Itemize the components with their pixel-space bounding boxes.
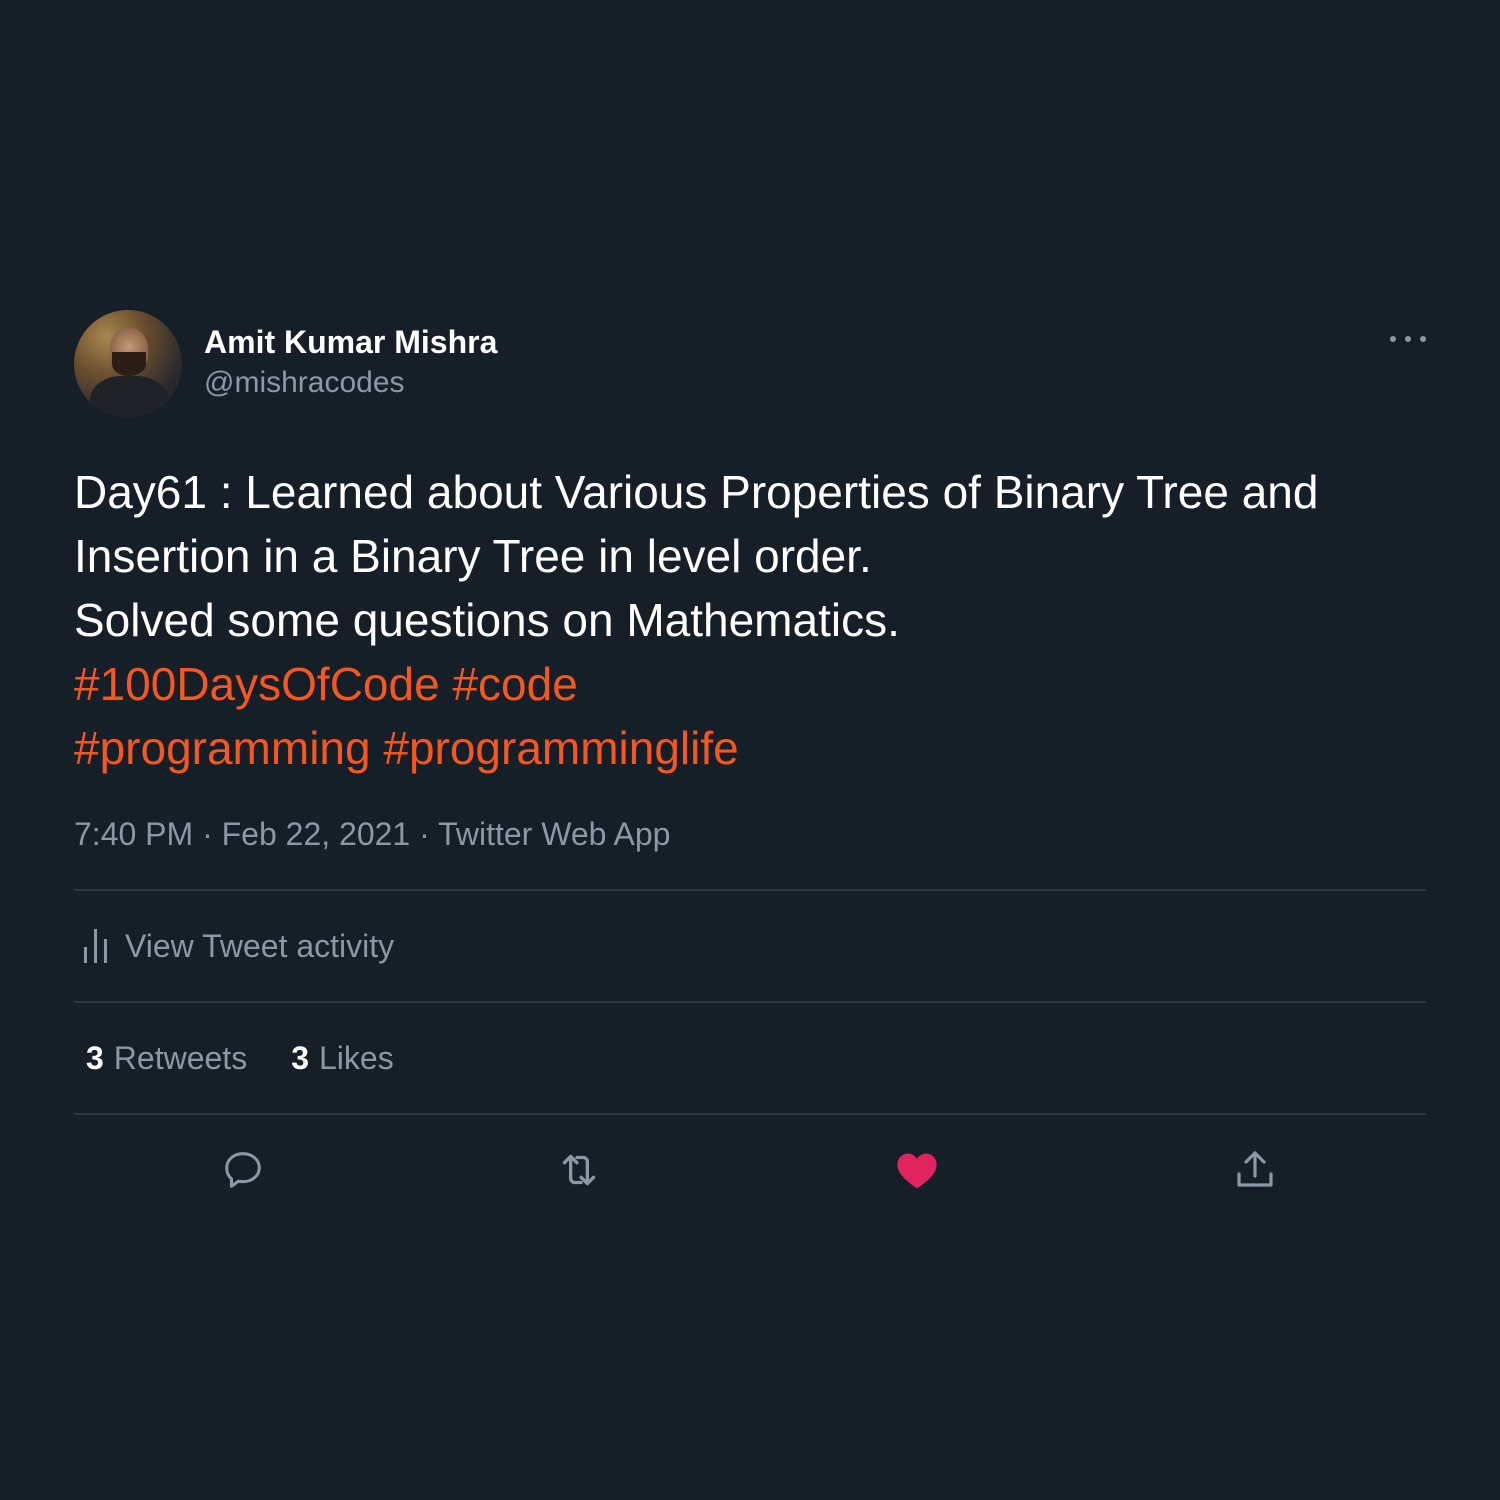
like-icon[interactable] xyxy=(892,1145,942,1195)
hashtag-link[interactable]: #100DaysOfCode xyxy=(74,658,440,710)
retweets-label: Retweets xyxy=(113,1039,248,1076)
tweet-text-line: Day61 : Learned about Various Properties… xyxy=(74,466,1319,518)
reply-icon[interactable] xyxy=(218,1145,268,1195)
hashtag-link[interactable]: #programminglife xyxy=(383,722,738,774)
view-activity-button[interactable]: View Tweet activity xyxy=(74,891,1426,1001)
tweet-text-line: Solved some questions on Mathematics. xyxy=(74,594,900,646)
bar-chart-icon xyxy=(84,929,107,963)
tweet-time[interactable]: 7:40 PM xyxy=(74,816,193,852)
retweets-count: 3 xyxy=(86,1039,104,1076)
tweet-text-line: Insertion in a Binary Tree in level orde… xyxy=(74,530,872,582)
tweet-source[interactable]: Twitter Web App xyxy=(438,816,670,852)
likes-stat[interactable]: 3 Likes xyxy=(291,1040,394,1077)
more-options-icon[interactable] xyxy=(1390,332,1426,346)
hashtag-link[interactable]: #programming xyxy=(74,722,371,774)
likes-count: 3 xyxy=(291,1039,309,1076)
author-handle[interactable]: @mishracodes xyxy=(204,366,405,400)
tweet-text: Day61 : Learned about Various Properties… xyxy=(74,460,1426,780)
retweet-icon[interactable] xyxy=(554,1145,604,1195)
meta-separator: · xyxy=(419,816,430,852)
author-name[interactable]: Amit Kumar Mishra xyxy=(204,324,497,361)
share-icon[interactable] xyxy=(1230,1145,1280,1195)
tweet-card: Amit Kumar Mishra @mishracodes Day61 : L… xyxy=(74,310,1426,1225)
view-activity-label: View Tweet activity xyxy=(125,927,395,964)
hashtag-link[interactable]: #code xyxy=(452,658,577,710)
engagement-stats: 3 Retweets 3 Likes xyxy=(74,1003,1426,1113)
meta-separator: · xyxy=(202,816,213,852)
retweets-stat[interactable]: 3 Retweets xyxy=(86,1040,247,1077)
likes-label: Likes xyxy=(318,1039,394,1076)
tweet-date[interactable]: Feb 22, 2021 xyxy=(222,816,411,852)
tweet-meta: 7:40 PM · Feb 22, 2021 · Twitter Web App xyxy=(74,816,1426,853)
avatar[interactable] xyxy=(74,310,182,418)
action-bar xyxy=(74,1115,1426,1225)
tweet-header: Amit Kumar Mishra @mishracodes xyxy=(74,310,1426,420)
